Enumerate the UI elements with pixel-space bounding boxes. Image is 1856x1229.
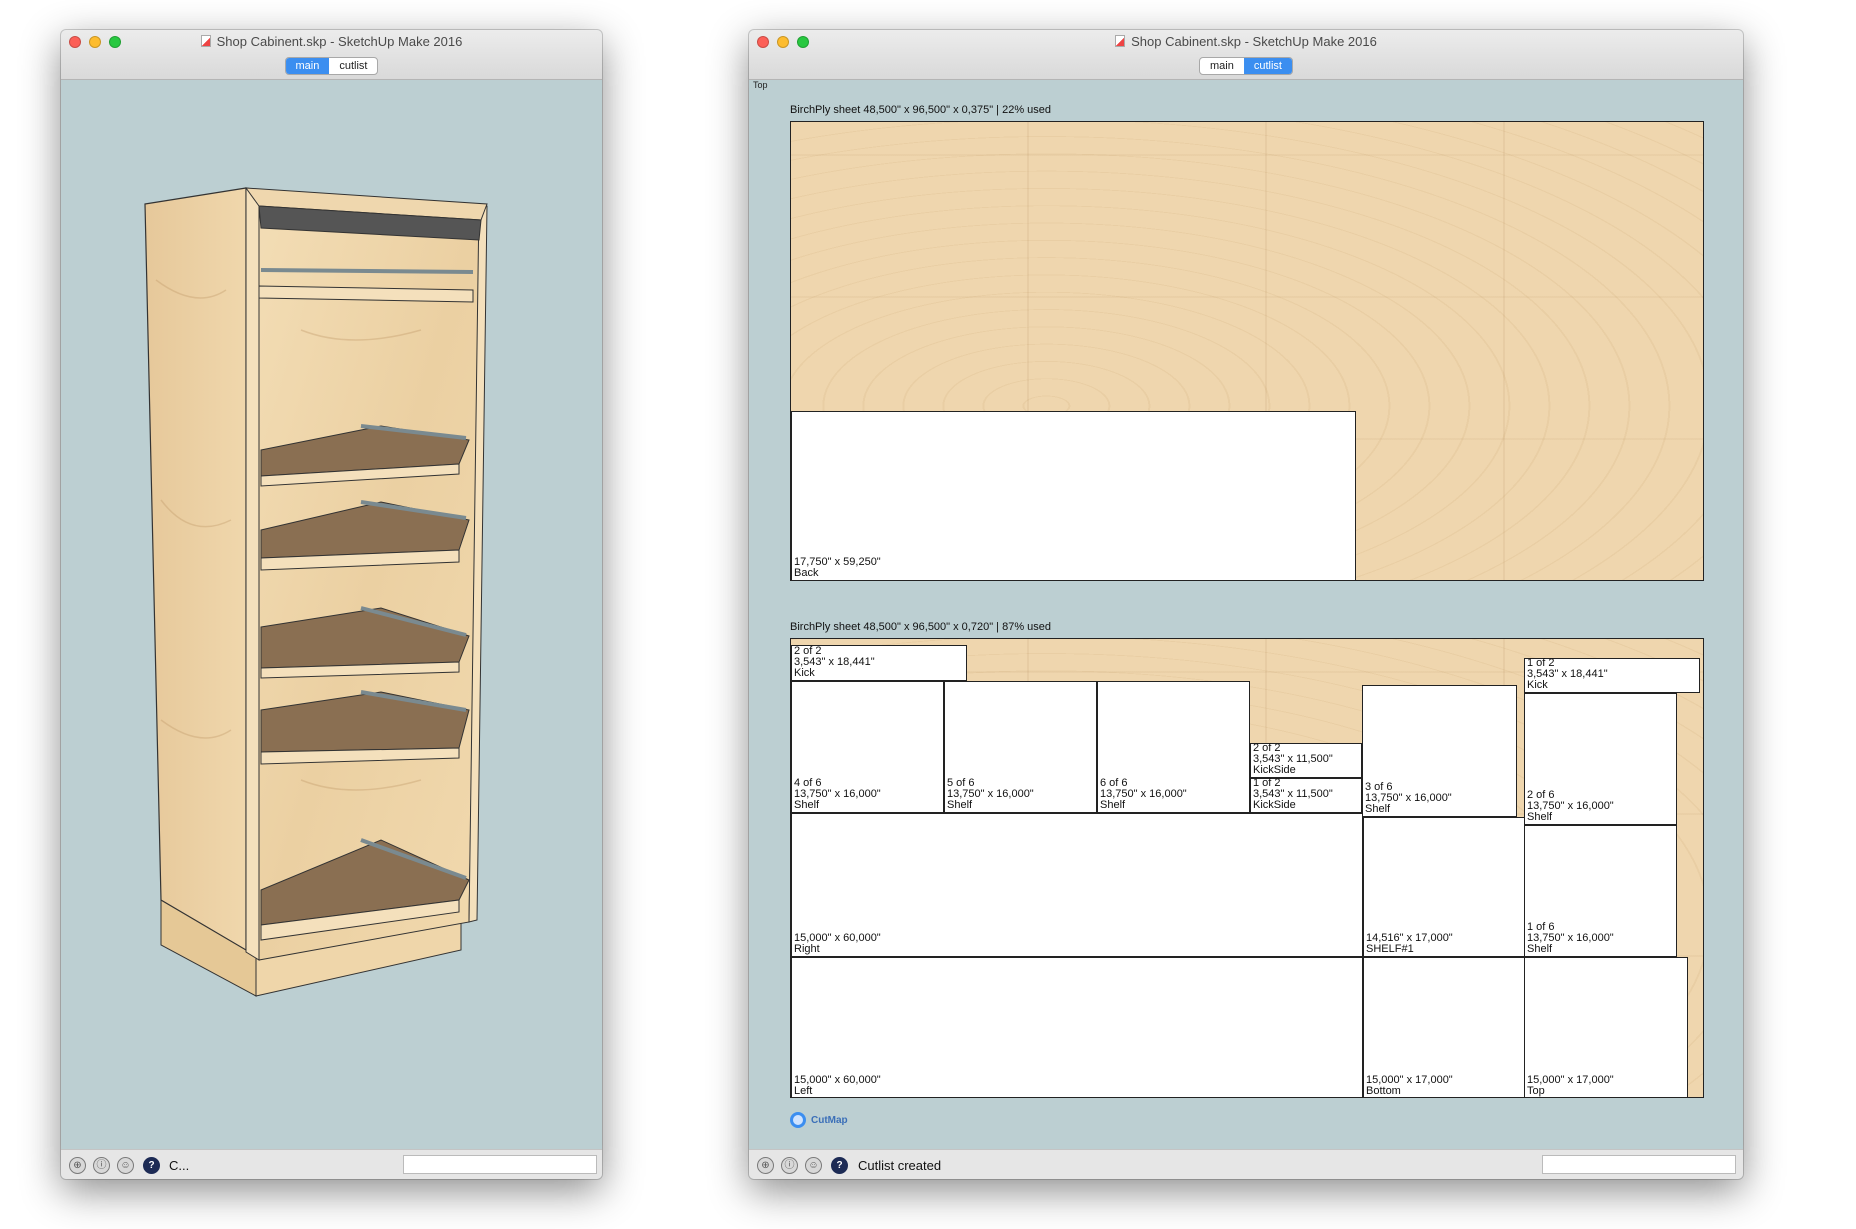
user-icon[interactable]: ☺ xyxy=(117,1157,134,1174)
sheet-layout[interactable]: 2 of 2 3,543" x 18,441" Kick 4 of 6 13,750"… xyxy=(790,638,1704,1098)
geo-location-icon[interactable]: ⊕ xyxy=(69,1157,86,1174)
view-tabs: main cutlist xyxy=(284,57,379,75)
cut-part[interactable]: 3 of 6 13,750" x 16,000" Shelf xyxy=(1362,685,1517,817)
cabinet-model[interactable] xyxy=(144,187,488,997)
geo-location-icon[interactable]: ⊕ xyxy=(757,1157,774,1174)
sketchup-main-window: Shop Cabinent.skp - SketchUp Make 2016 m… xyxy=(61,30,602,1179)
cut-part[interactable]: 17,750" x 59,250" Back xyxy=(791,411,1356,580)
cut-part[interactable]: 5 of 6 13,750" x 16,000" Shelf xyxy=(944,681,1097,813)
sheet-layout[interactable]: 17,750" x 59,250" Back xyxy=(790,121,1704,581)
cutmap-logo: CutMap xyxy=(790,1112,848,1128)
cut-part[interactable]: 15,000" x 60,000" Left xyxy=(791,957,1363,1097)
measurements-field[interactable] xyxy=(403,1155,597,1174)
credits-icon[interactable]: ⓘ xyxy=(93,1157,110,1174)
sheet-caption: BirchPly sheet 48,500" x 96,500" x 0,375… xyxy=(790,104,1052,116)
cut-part[interactable]: 15,000" x 60,000" Right xyxy=(791,813,1363,957)
title-bar[interactable]: Shop Cabinent.skp - SketchUp Make 2016 m… xyxy=(61,30,602,80)
tab-main[interactable]: main xyxy=(285,58,330,74)
status-text: Cutlist created xyxy=(858,1158,942,1173)
sheet-caption: BirchPly sheet 48,500" x 96,500" x 0,720… xyxy=(790,621,1052,633)
tab-main[interactable]: main xyxy=(1200,58,1244,74)
status-bar: ⊕ ⓘ ☺ ? Cutlist created xyxy=(749,1149,1743,1179)
measurements-field[interactable] xyxy=(1542,1155,1736,1174)
document-icon xyxy=(200,35,211,47)
window-title: Shop Cabinent.skp - SketchUp Make 2016 xyxy=(61,34,602,49)
cut-part[interactable]: 14,516" x 17,000" SHELF#1 xyxy=(1363,817,1525,957)
cut-part[interactable]: 15,000" x 17,000" Bottom xyxy=(1363,957,1525,1097)
window-title: Shop Cabinent.skp - SketchUp Make 2016 xyxy=(749,34,1743,49)
cut-part[interactable]: 1 of 2 3,543" x 11,500" KickSide xyxy=(1250,778,1362,813)
view-label: Top xyxy=(753,80,768,90)
document-icon xyxy=(1115,35,1126,47)
help-icon[interactable]: ? xyxy=(831,1157,848,1174)
cut-part[interactable]: 1 of 2 3,543" x 18,441" Kick xyxy=(1524,658,1700,693)
cut-part[interactable]: 4 of 6 13,750" x 16,000" Shelf xyxy=(791,681,944,813)
status-bar: ⊕ ⓘ ☺ ? C... xyxy=(61,1149,602,1179)
cut-part[interactable]: 2 of 6 13,750" x 16,000" Shelf xyxy=(1524,693,1677,825)
sketchup-cutlist-window: Shop Cabinent.skp - SketchUp Make 2016 m… xyxy=(749,30,1743,1179)
credits-icon[interactable]: ⓘ xyxy=(781,1157,798,1174)
cutmap-icon xyxy=(790,1112,806,1128)
cut-part[interactable]: 2 of 2 3,543" x 18,441" Kick xyxy=(791,645,967,681)
view-tabs: main cutlist xyxy=(1199,57,1293,75)
help-icon[interactable]: ? xyxy=(143,1157,160,1174)
cut-part[interactable]: 6 of 6 13,750" x 16,000" Shelf xyxy=(1097,681,1250,813)
cut-part[interactable]: 2 of 2 3,543" x 11,500" KickSide xyxy=(1250,743,1362,778)
tab-cutlist[interactable]: cutlist xyxy=(329,58,377,74)
title-bar[interactable]: Shop Cabinent.skp - SketchUp Make 2016 m… xyxy=(749,30,1743,80)
user-icon[interactable]: ☺ xyxy=(805,1157,822,1174)
model-viewport[interactable] xyxy=(61,80,602,1149)
cut-part[interactable]: 15,000" x 17,000" Top xyxy=(1524,957,1688,1097)
cut-part[interactable]: 1 of 6 13,750" x 16,000" Shelf xyxy=(1524,825,1677,957)
status-text: C... xyxy=(169,1158,190,1173)
tab-cutlist[interactable]: cutlist xyxy=(1243,58,1292,74)
